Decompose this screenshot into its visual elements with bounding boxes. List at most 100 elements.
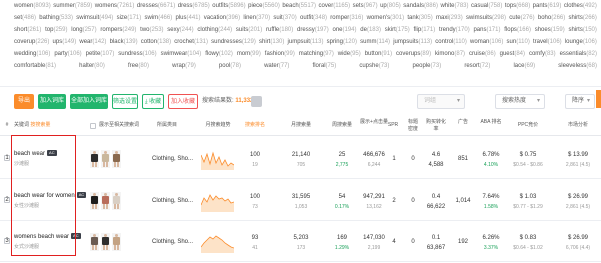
header-ppc[interactable]: PPC竞价 [508, 122, 548, 129]
table-row[interactable]: 1 beach wear AC 沙滩服 Clothing, Sho... 100 19 2… [0, 138, 601, 179]
keyword-tag[interactable]: dresses(6671) [137, 1, 175, 12]
keyword-tag[interactable]: wedding(106) [14, 49, 50, 60]
trend-sparkline[interactable] [201, 231, 234, 253]
keyword-tag[interactable]: resort(72) [464, 61, 490, 72]
keyword-tag[interactable]: white(783) [440, 1, 468, 12]
keyword-tag[interactable]: short(261) [14, 25, 41, 36]
keyword-tag[interactable]: wide(95) [338, 49, 361, 60]
keyword-tag[interactable]: dress(6785) [178, 1, 210, 12]
keyword-tag[interactable]: boho(266) [538, 13, 565, 24]
add-favorite-button[interactable]: 加入收藏 [168, 94, 198, 109]
keyword-tag[interactable]: sexy(244) [167, 25, 193, 36]
keyword-tag[interactable]: rompers(249) [100, 25, 136, 36]
keyword-tag[interactable]: jumpsuit(113) [288, 37, 324, 48]
keyword-tag[interactable]: floral(75) [313, 61, 337, 72]
keyword-tag[interactable]: set(486) [14, 13, 36, 24]
keyword-tag[interactable]: essentials(82) [560, 49, 597, 60]
keyword-tag[interactable]: bathing(533) [39, 13, 73, 24]
sort-order-select[interactable]: 降序 ▾ [565, 94, 595, 109]
sort-field-select[interactable]: 搜索热度 ▾ [495, 94, 545, 109]
keyword-tag[interactable]: lounge(106) [565, 37, 597, 48]
keyword-tag[interactable]: tank(305) [407, 13, 432, 24]
keyword-tag[interactable]: clothing(244) [197, 25, 232, 36]
product-thumbnail[interactable] [90, 232, 99, 251]
keyword-tag[interactable]: halter(80) [79, 61, 105, 72]
header-aba[interactable]: ABA 排名 [480, 119, 502, 126]
table-row[interactable]: 2 beach wear for women AC 女性沙滩服 Clothing, S… [0, 180, 601, 221]
keyword-tag[interactable]: control(110) [435, 37, 467, 48]
keyword-tag[interactable]: up(805) [380, 1, 401, 12]
keyword-tag[interactable]: ups(149) [53, 37, 77, 48]
product-thumbnail[interactable] [112, 232, 121, 251]
keyword-tag[interactable]: petite(107) [86, 49, 115, 60]
trend-sparkline[interactable] [201, 190, 234, 212]
keyword-tag[interactable]: pans(171) [473, 25, 500, 36]
keyword-tag[interactable]: tops(668) [505, 1, 530, 12]
keyword-tag[interactable]: flops(166) [504, 25, 531, 36]
favorite-button[interactable]: ⤓ 收藏 [142, 94, 164, 109]
keyword-tag[interactable]: dressy(197) [297, 25, 329, 36]
keyword-tag[interactable]: suit(370) [273, 13, 296, 24]
product-thumbnail[interactable] [90, 149, 99, 168]
product-thumbnail[interactable] [101, 149, 110, 168]
keyword-tag[interactable]: summ(114) [360, 37, 390, 48]
add-to-library-button[interactable]: 加入词库 [38, 94, 66, 109]
keyword-tag[interactable]: sun(110) [507, 37, 530, 48]
header-keyword[interactable]: 关键词 按搜索量 [14, 122, 50, 129]
header-monthly[interactable]: 月搜索量 [286, 122, 316, 129]
keyword-tag[interactable]: jumpsuits(113) [393, 37, 432, 48]
phrase-select[interactable]: 词组 ▾ [417, 94, 465, 109]
keyword-tag[interactable]: matching(97) [299, 49, 334, 60]
keyword-tag[interactable]: shirt(130) [259, 37, 284, 48]
keyword-tag[interactable]: party(106) [54, 49, 81, 60]
keyword-tag[interactable]: outfit(348) [300, 13, 327, 24]
keyword-tag[interactable]: guest(84) [500, 49, 525, 60]
keyword-tag[interactable]: cruise(86) [469, 49, 496, 60]
keyword-tag[interactable]: sandals(886) [403, 1, 438, 12]
keyword-tag[interactable]: suits(201) [236, 25, 262, 36]
keyword-tag[interactable]: long(257) [71, 25, 96, 36]
keyword-tag[interactable]: button(91) [365, 49, 392, 60]
keyword-tag[interactable]: wear(142) [79, 37, 106, 48]
product-thumbnail[interactable] [101, 232, 110, 251]
filter-settings-button[interactable]: 筛选设置 [112, 94, 138, 109]
keyword-tag[interactable]: shoes(159) [535, 25, 565, 36]
keyword-tag[interactable]: pants(619) [533, 1, 562, 12]
keyword-tag[interactable]: crochet(131) [174, 37, 208, 48]
keyword-tag[interactable]: cover(1165) [319, 1, 351, 12]
settings-square-button[interactable] [251, 96, 262, 107]
header-spr[interactable]: SPR [386, 122, 400, 129]
keyword-tag[interactable]: two(253) [140, 25, 163, 36]
keyword-tag[interactable]: one(194) [332, 25, 356, 36]
side-panel-tab[interactable] [596, 90, 601, 108]
keyword-tag[interactable]: women's(301) [367, 13, 405, 24]
keyword-tag[interactable]: summer(7859) [53, 1, 92, 12]
keyword-tag[interactable]: flowy(102) [205, 49, 233, 60]
keyword-tag[interactable]: shirts(150) [569, 25, 597, 36]
show-related-checkbox[interactable] [90, 123, 96, 129]
keyword-tag[interactable]: maxi(293) [436, 13, 463, 24]
keyword-tag[interactable]: flip(171) [414, 25, 436, 36]
keyword-tag[interactable]: coverups(89) [396, 49, 431, 60]
header-title-density[interactable]: 标题密度 [406, 119, 420, 133]
keyword-tag[interactable]: comfortable(81) [14, 61, 56, 72]
header-rank[interactable]: 搜索排名 [240, 122, 270, 129]
header-ads[interactable]: 广告 [454, 119, 472, 126]
keyword-tag[interactable]: size(171) [117, 13, 142, 24]
keyword-tag[interactable]: cute(276) [509, 13, 534, 24]
keyword-tag[interactable]: swimsuit(494) [76, 13, 113, 24]
trend-sparkline[interactable] [201, 148, 234, 170]
keyword-tag[interactable]: de(183) [360, 25, 381, 36]
keyword-tag[interactable]: people(73) [413, 61, 442, 72]
keyword-tag[interactable]: beach(5517) [282, 1, 316, 12]
keyword-tag[interactable]: water(77) [264, 61, 289, 72]
keyword-tag[interactable]: clothes(492) [564, 1, 597, 12]
product-thumbnail[interactable] [90, 191, 99, 210]
keyword-tag[interactable]: kimono(87) [435, 49, 465, 60]
keyword-tag[interactable]: cotton(138) [141, 37, 171, 48]
keyword-tag[interactable]: skirt(175) [385, 25, 410, 36]
header-weekly[interactable]: 周搜索量 [328, 122, 356, 129]
keyword-tag[interactable]: piece(5560) [248, 1, 280, 12]
keyword-tag[interactable]: black(139) [110, 37, 138, 48]
keyword-tag[interactable]: swim(466) [145, 13, 173, 24]
